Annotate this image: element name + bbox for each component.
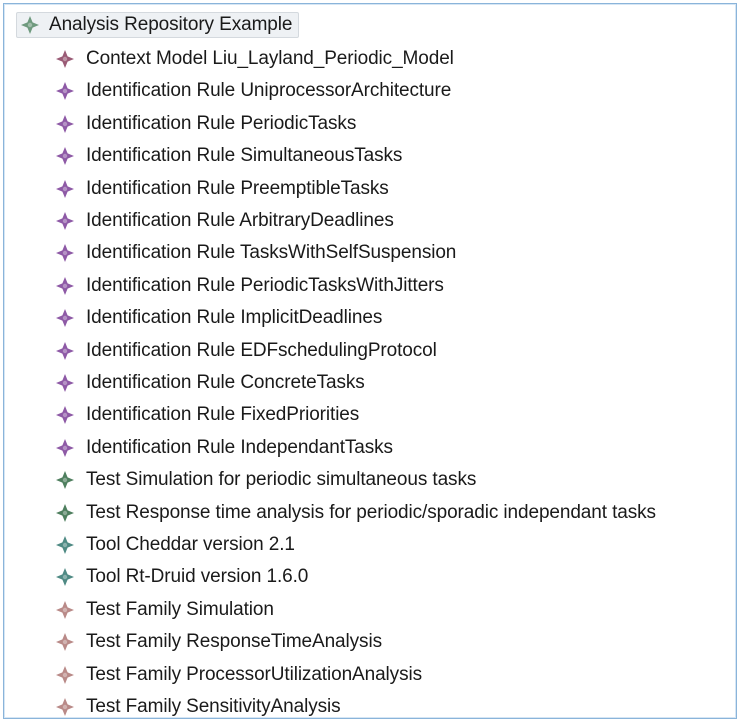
- tree-item[interactable]: Tool Rt-Druid version 1.6.0: [56, 562, 308, 592]
- tree-item[interactable]: Test Family Simulation: [56, 595, 274, 625]
- tree-item-label: Identification Rule FixedPriorities: [86, 404, 360, 426]
- tree-item-label: Identification Rule ImplicitDeadlines: [86, 307, 383, 329]
- diamond-plus-icon: [56, 374, 74, 392]
- tree-item-label: Identification Rule SimultaneousTasks: [86, 145, 403, 167]
- tree-item-label: Identification Rule PreemptibleTasks: [86, 177, 389, 199]
- diamond-plus-icon: [56, 341, 74, 360]
- tree-item[interactable]: Identification Rule SimultaneousTasks: [56, 141, 402, 171]
- tree-item-label: Test Family Simulation: [86, 598, 274, 620]
- diamond-plus-icon: [56, 50, 74, 68]
- tree-item-label: Identification Rule EDFschedulingProtoco…: [86, 339, 437, 361]
- tree-item[interactable]: Identification Rule TasksWithSelfSuspens…: [56, 238, 456, 268]
- diamond-plus-icon: [56, 633, 74, 652]
- diamond-plus-icon: [56, 665, 74, 684]
- diamond-plus-icon: [56, 536, 74, 554]
- tree-item-label: Identification Rule IndependantTasks: [86, 436, 393, 458]
- diamond-plus-icon: [56, 309, 74, 328]
- diamond-plus-icon: [56, 212, 74, 230]
- tree-root-label: Analysis Repository Example: [49, 14, 293, 35]
- diamond-plus-icon: [56, 244, 74, 263]
- diamond-plus-icon: [56, 471, 74, 490]
- tree-item-label: Tool Cheddar version 2.1: [86, 534, 295, 555]
- tree-item-label: Test Family ProcessorUtilizationAnalysis: [86, 663, 422, 685]
- tree-item[interactable]: Test Family ProcessorUtilizationAnalysis: [56, 660, 422, 690]
- tree-item-label: Identification Rule UniprocessorArchitec…: [86, 80, 452, 102]
- tree-item[interactable]: Identification Rule IndependantTasks: [56, 433, 393, 463]
- diamond-plus-icon: [56, 698, 74, 716]
- tree-item-label: Test Family SensitivityAnalysis: [86, 696, 341, 717]
- tree-root-item[interactable]: Analysis Repository Example: [16, 10, 300, 40]
- tree-item[interactable]: Test Family ResponseTimeAnalysis: [56, 627, 382, 657]
- diamond-plus-icon: [56, 438, 74, 457]
- tree-item-label: Identification Rule PeriodicTasks: [86, 112, 357, 134]
- diamond-plus-icon: [56, 406, 74, 425]
- tree-item[interactable]: Tool Cheddar version 2.1: [56, 530, 295, 560]
- tree-item[interactable]: Identification Rule EDFschedulingProtoco…: [56, 336, 437, 366]
- diamond-plus-icon: [56, 503, 74, 522]
- tree-item[interactable]: Context Model Liu_Layland_Periodic_Model: [56, 44, 454, 74]
- tree-item-label: Test Response time analysis for periodic…: [86, 501, 656, 523]
- tree-item-label: Tool Rt-Druid version 1.6.0: [86, 566, 309, 588]
- analysis-repository-tree: Analysis Repository Example Context Mode…: [4, 4, 736, 718]
- tree-item[interactable]: Test Response time analysis for periodic…: [56, 498, 656, 528]
- diamond-plus-icon: [56, 114, 74, 133]
- diamond-plus-icon: [56, 568, 74, 587]
- tree-root-selection: Analysis Repository Example: [16, 12, 300, 38]
- tree-item-label: Identification Rule ArbitraryDeadlines: [86, 210, 394, 231]
- tree-item-label: Identification Rule TasksWithSelfSuspens…: [86, 242, 457, 264]
- tree-item-label: Test Simulation for periodic simultaneou…: [86, 469, 477, 491]
- diamond-plus-icon: [21, 16, 39, 34]
- diamond-plus-icon: [56, 600, 74, 619]
- tree-item[interactable]: Identification Rule PeriodicTasks: [56, 109, 356, 139]
- tree-item[interactable]: Identification Rule ArbitraryDeadlines: [56, 206, 394, 236]
- tree-item[interactable]: Test Family SensitivityAnalysis: [56, 692, 341, 718]
- tree-item[interactable]: Identification Rule ConcreteTasks: [56, 368, 365, 398]
- tree-item-label: Test Family ResponseTimeAnalysis: [86, 631, 382, 653]
- diamond-plus-icon: [56, 179, 74, 198]
- tree-view-panel: Analysis Repository Example Context Mode…: [3, 3, 737, 719]
- tree-item-label: Identification Rule PeriodicTasksWithJit…: [86, 274, 444, 296]
- tree-item[interactable]: Identification Rule ImplicitDeadlines: [56, 303, 382, 333]
- diamond-plus-icon: [56, 82, 74, 101]
- diamond-plus-icon: [56, 147, 74, 166]
- tree-item-label: Identification Rule ConcreteTasks: [86, 372, 365, 393]
- tree-item[interactable]: Identification Rule PeriodicTasksWithJit…: [56, 271, 444, 301]
- diamond-plus-icon: [56, 276, 74, 295]
- tree-item[interactable]: Identification Rule FixedPriorities: [56, 400, 359, 430]
- tree-item[interactable]: Identification Rule UniprocessorArchitec…: [56, 76, 451, 106]
- tree-item[interactable]: Identification Rule PreemptibleTasks: [56, 174, 389, 204]
- tree-item[interactable]: Test Simulation for periodic simultaneou…: [56, 465, 476, 495]
- tree-item-label: Context Model Liu_Layland_Periodic_Model: [86, 48, 454, 69]
